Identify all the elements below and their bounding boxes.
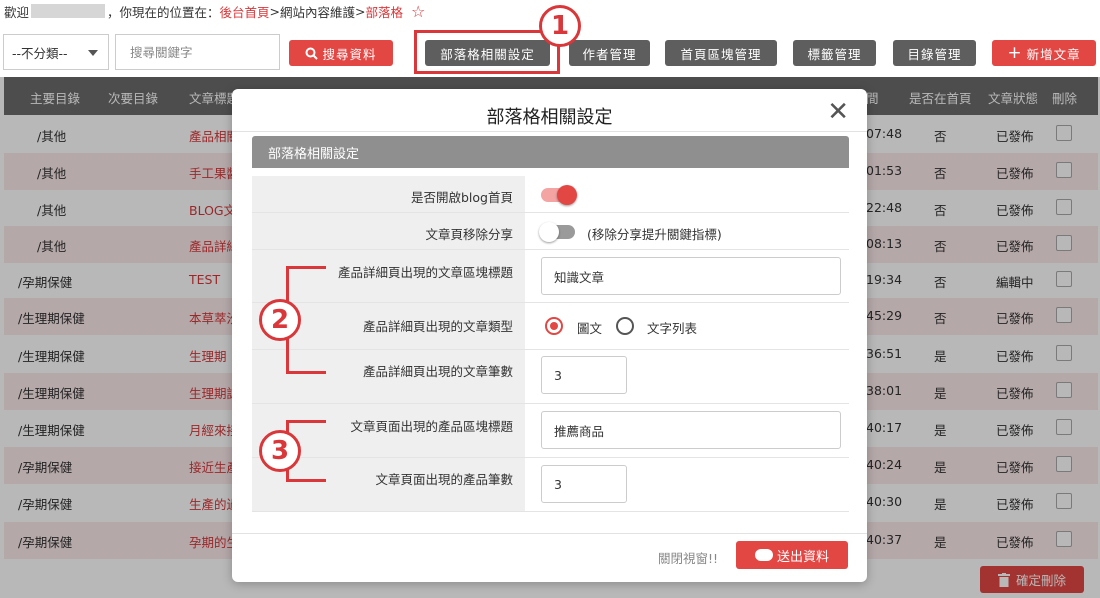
detail-block-title-label: 產品詳細頁出現的文章區塊標題 xyxy=(337,265,513,280)
article-block-title-input[interactable]: 推薦商品 xyxy=(541,411,841,449)
blog-home-toggle[interactable] xyxy=(541,185,577,205)
form-row-remove-share: 文章頁移除分享 (移除分享提升關鍵指標) xyxy=(252,213,849,250)
divider xyxy=(232,131,867,132)
author-button-label: 作者管理 xyxy=(582,46,637,62)
toggle-knob xyxy=(557,185,577,205)
form-row-blog-home: 是否開啟blog首頁 xyxy=(252,176,849,213)
favorite-star-icon[interactable]: ☆ xyxy=(411,2,425,21)
search-input[interactable] xyxy=(115,34,280,70)
submit-button-label: 送出資料 xyxy=(776,549,829,565)
radio-text-list[interactable] xyxy=(616,317,634,335)
breadcrumb-separator: > xyxy=(269,3,281,19)
category-select[interactable]: --不分類-- xyxy=(3,34,109,70)
form-row-detail-type: 產品詳細頁出現的文章類型 圖文 文字列表 xyxy=(252,303,849,350)
detail-count-label: 產品詳細頁出現的文章筆數 xyxy=(362,364,513,379)
search-button-label: 搜尋資料 xyxy=(322,46,377,62)
label-cell: 文章頁移除分享 xyxy=(252,213,525,249)
blog-home-label: 是否開啟blog首頁 xyxy=(411,190,513,205)
category-select-value: --不分類-- xyxy=(12,45,68,61)
article-count-label: 文章頁面出現的產品筆數 xyxy=(375,472,513,487)
caret-down-icon xyxy=(88,50,98,56)
username-redacted xyxy=(31,4,106,18)
form-row-article-count: 文章頁面出現的產品筆數 3 xyxy=(252,458,849,512)
close-window-link[interactable]: 關閉視窗!! xyxy=(658,548,718,567)
value-cell: 知識文章 xyxy=(525,250,849,302)
article-count-input[interactable]: 3 xyxy=(541,465,627,503)
form-row-detail-count: 產品詳細頁出現的文章筆數 3 xyxy=(252,350,849,404)
new-post-button-label: 新增文章 xyxy=(1026,46,1081,62)
remove-share-label: 文章頁移除分享 xyxy=(425,227,513,242)
plus-icon: + xyxy=(1007,43,1023,63)
breadcrumb-separator: > xyxy=(355,3,366,19)
catalog-button-label: 目錄管理 xyxy=(907,46,962,62)
tags-button-label: 標籤管理 xyxy=(807,46,862,62)
annotation-highlight-box xyxy=(414,30,560,74)
detail-block-title-input[interactable]: 知識文章 xyxy=(541,257,841,295)
remove-share-toggle[interactable] xyxy=(539,222,575,242)
breadcrumb-home-link[interactable]: 後台首頁 xyxy=(220,2,270,21)
new-post-button[interactable]: + 新增文章 xyxy=(992,40,1096,66)
close-icon[interactable]: ✕ xyxy=(827,97,849,127)
tags-button[interactable]: 標籤管理 xyxy=(793,40,876,66)
breadcrumb-current: 部落格 xyxy=(365,4,404,20)
location-prefix: ，你現在的位置在： xyxy=(107,4,220,20)
toggle-knob xyxy=(539,222,559,242)
submit-button[interactable]: 送出資料 xyxy=(736,541,848,569)
detail-count-input[interactable]: 3 xyxy=(541,356,627,394)
panel-header: 部落格相關設定 xyxy=(252,136,849,168)
detail-type-label: 產品詳細頁出現的文章類型 xyxy=(362,319,513,334)
value-cell: 圖文 文字列表 xyxy=(525,303,849,349)
form-row-detail-block-title: 產品詳細頁出現的文章區塊標題 知識文章 xyxy=(252,250,849,303)
annotation-badge-3: 3 xyxy=(259,430,301,472)
cloud-upload-icon xyxy=(754,549,773,561)
value-cell: 推薦商品 xyxy=(525,404,849,457)
divider xyxy=(232,533,867,534)
home-blocks-button-label: 首頁區塊管理 xyxy=(680,46,762,62)
search-button[interactable]: 搜尋資料 xyxy=(289,40,393,66)
value-cell: (移除分享提升關鍵指標) xyxy=(525,213,849,249)
search-icon xyxy=(305,47,319,60)
home-blocks-button[interactable]: 首頁區塊管理 xyxy=(665,40,777,66)
article-block-title-label: 文章頁面出現的產品區塊標題 xyxy=(350,419,513,434)
value-cell: 3 xyxy=(525,458,849,511)
radio-text-list-label: 文字列表 xyxy=(647,321,698,336)
form-row-article-block-title: 文章頁面出現的產品區塊標題 推薦商品 xyxy=(252,404,849,458)
blog-settings-modal: 部落格相關設定 ✕ 部落格相關設定 是否開啟blog首頁 文章頁移除分享 (移除… xyxy=(232,89,867,582)
catalog-button[interactable]: 目錄管理 xyxy=(893,40,976,66)
modal-title: 部落格相關設定 xyxy=(486,107,613,128)
label-cell: 是否開啟blog首頁 xyxy=(252,176,525,212)
radio-image-text[interactable] xyxy=(545,317,563,335)
annotation-badge-1: 1 xyxy=(539,5,581,47)
annotation-badge-2: 2 xyxy=(259,299,301,341)
remove-share-note: (移除分享提升關鍵指標) xyxy=(587,227,722,242)
value-cell xyxy=(525,176,849,212)
breadcrumb-maintain[interactable]: 網站內容維護 xyxy=(280,2,355,21)
welcome-text: 歡迎 xyxy=(4,4,30,20)
radio-image-text-label: 圖文 xyxy=(577,321,603,336)
author-management-button[interactable]: 作者管理 xyxy=(569,40,650,66)
value-cell: 3 xyxy=(525,350,849,403)
